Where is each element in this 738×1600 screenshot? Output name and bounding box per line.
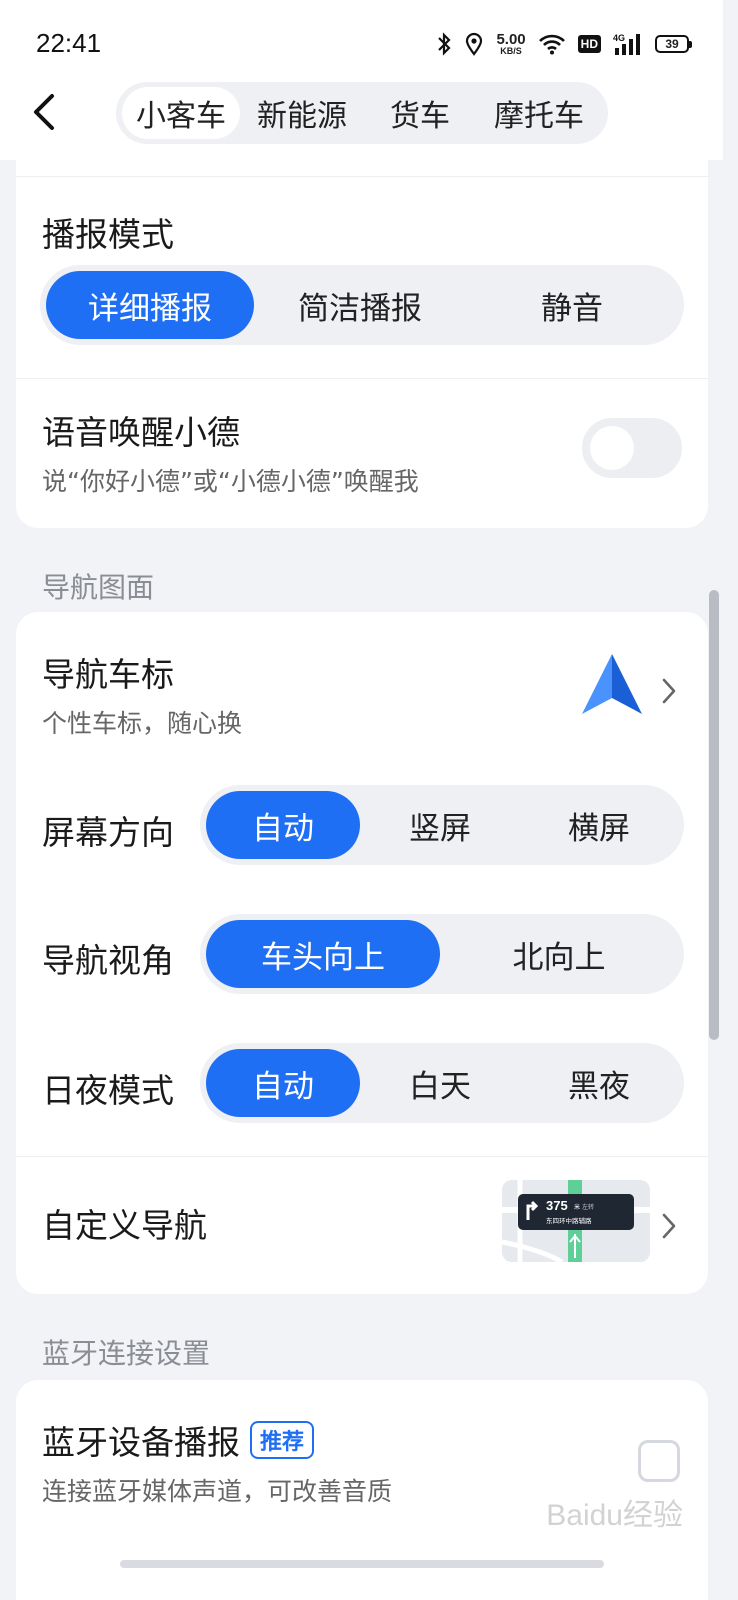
nav-view-selector: 车头向上 北向上 — [200, 914, 684, 994]
preview-turn: 左转 — [582, 1203, 594, 1211]
tab-truck[interactable]: 货车 — [364, 87, 476, 139]
watermark: Baidu经验 — [546, 1499, 683, 1532]
screen-orientation-selector: 自动 竖屏 横屏 — [200, 785, 684, 865]
broadcast-detailed-button[interactable]: 详细播报 — [46, 271, 254, 339]
nav-car-icon-row[interactable]: 导航车标 个性车标，随心换 — [16, 612, 708, 752]
voice-settings-card: 播报模式 详细播报 简洁播报 静音 语音唤醒小德 说“你好小德”或“小德小德”唤… — [16, 160, 708, 528]
network-type: 4G — [613, 33, 625, 43]
status-bar: 22:41 5.00 KB/S HD 4G 39 — [0, 0, 723, 80]
tab-motorcycle[interactable]: 摩托车 — [476, 87, 602, 139]
toggle-knob — [590, 426, 634, 470]
bluetooth-broadcast-title-wrap: 蓝牙设备播报 推荐 — [42, 1416, 315, 1464]
orientation-landscape-button[interactable]: 横屏 — [520, 791, 678, 859]
preview-distance: 375 — [546, 1198, 568, 1213]
back-button[interactable] — [26, 92, 62, 132]
network-speed: 5.00 KB/S — [496, 32, 525, 56]
chevron-right-icon — [660, 1211, 678, 1245]
vehicle-type-tabs: 小客车 新能源 货车 摩托车 — [116, 82, 608, 144]
bluetooth-broadcast-subtitle: 连接蓝牙媒体声道，可改善音质 — [42, 1477, 393, 1506]
status-time: 22:41 — [36, 28, 102, 58]
preview-unit: 米 — [574, 1203, 580, 1211]
orientation-portrait-button[interactable]: 竖屏 — [360, 791, 520, 859]
custom-nav-title: 自定义导航 — [42, 1206, 207, 1245]
bluetooth-broadcast-title: 蓝牙设备播报 — [42, 1423, 240, 1462]
day-night-auto-button[interactable]: 自动 — [206, 1049, 360, 1117]
voice-wake-title: 语音唤醒小德 — [42, 413, 240, 452]
section-label-bluetooth: 蓝牙连接设置 — [42, 1337, 211, 1370]
orientation-auto-button[interactable]: 自动 — [206, 791, 360, 859]
wifi-icon — [538, 33, 566, 55]
nav-arrow-icon — [580, 652, 644, 722]
signal-icon: 4G — [613, 32, 643, 56]
day-night-title: 日夜模式 — [42, 1071, 174, 1110]
chevron-right-icon — [660, 676, 678, 710]
nav-display-card: 导航车标 个性车标，随心换 屏幕方向 自动 竖屏 横屏 导航视角 车头向上 北向… — [16, 612, 708, 1294]
bluetooth-broadcast-checkbox[interactable] — [638, 1440, 680, 1482]
tab-car[interactable]: 小客车 — [122, 87, 240, 139]
location-icon — [464, 32, 484, 56]
custom-nav-preview: 375 米 左转 东四环中路辅路 — [502, 1180, 650, 1262]
battery-icon: 39 — [655, 35, 692, 53]
preview-road: 东四环中路辅路 — [546, 1216, 592, 1225]
nav-car-icon-subtitle: 个性车标，随心换 — [42, 709, 243, 738]
view-north-up-button[interactable]: 北向上 — [440, 920, 678, 988]
voice-wake-subtitle: 说“你好小德”或“小德小德”唤醒我 — [42, 467, 419, 496]
bluetooth-icon — [436, 32, 452, 56]
map-preview-graphic: 375 米 左转 东四环中路辅路 — [502, 1180, 650, 1262]
screen-orientation-title: 屏幕方向 — [42, 813, 174, 852]
view-heading-up-button[interactable]: 车头向上 — [206, 920, 440, 988]
back-arrow-icon — [34, 94, 54, 130]
divider — [16, 378, 708, 379]
custom-nav-row[interactable]: 自定义导航 375 米 左转 东四环中路辅路 — [16, 1157, 708, 1294]
broadcast-mode-title: 播报模式 — [42, 215, 174, 254]
day-night-selector: 自动 白天 黑夜 — [200, 1043, 684, 1123]
speed-unit: KB/S — [500, 46, 522, 56]
divider — [16, 176, 708, 177]
day-mode-button[interactable]: 白天 — [360, 1049, 520, 1117]
status-icons: 5.00 KB/S HD 4G 39 — [436, 28, 692, 60]
bottom-indicator — [120, 1560, 604, 1568]
nav-view-title: 导航视角 — [42, 941, 174, 980]
recommended-badge: 推荐 — [250, 1421, 315, 1459]
voice-wake-toggle[interactable] — [582, 418, 682, 478]
broadcast-mode-selector: 详细播报 简洁播报 静音 — [40, 265, 684, 345]
broadcast-brief-button[interactable]: 简洁播报 — [254, 271, 466, 339]
section-label-nav-display: 导航图面 — [42, 571, 155, 604]
hd-badge: HD — [577, 35, 601, 53]
nav-car-icon-title: 导航车标 — [42, 655, 174, 694]
scrollbar[interactable] — [709, 590, 719, 1040]
night-mode-button[interactable]: 黑夜 — [520, 1049, 678, 1117]
top-header: 小客车 新能源 货车 摩托车 — [0, 80, 723, 160]
speed-value: 5.00 — [496, 31, 526, 48]
tab-new-energy[interactable]: 新能源 — [240, 87, 364, 139]
broadcast-mute-button[interactable]: 静音 — [466, 271, 678, 339]
